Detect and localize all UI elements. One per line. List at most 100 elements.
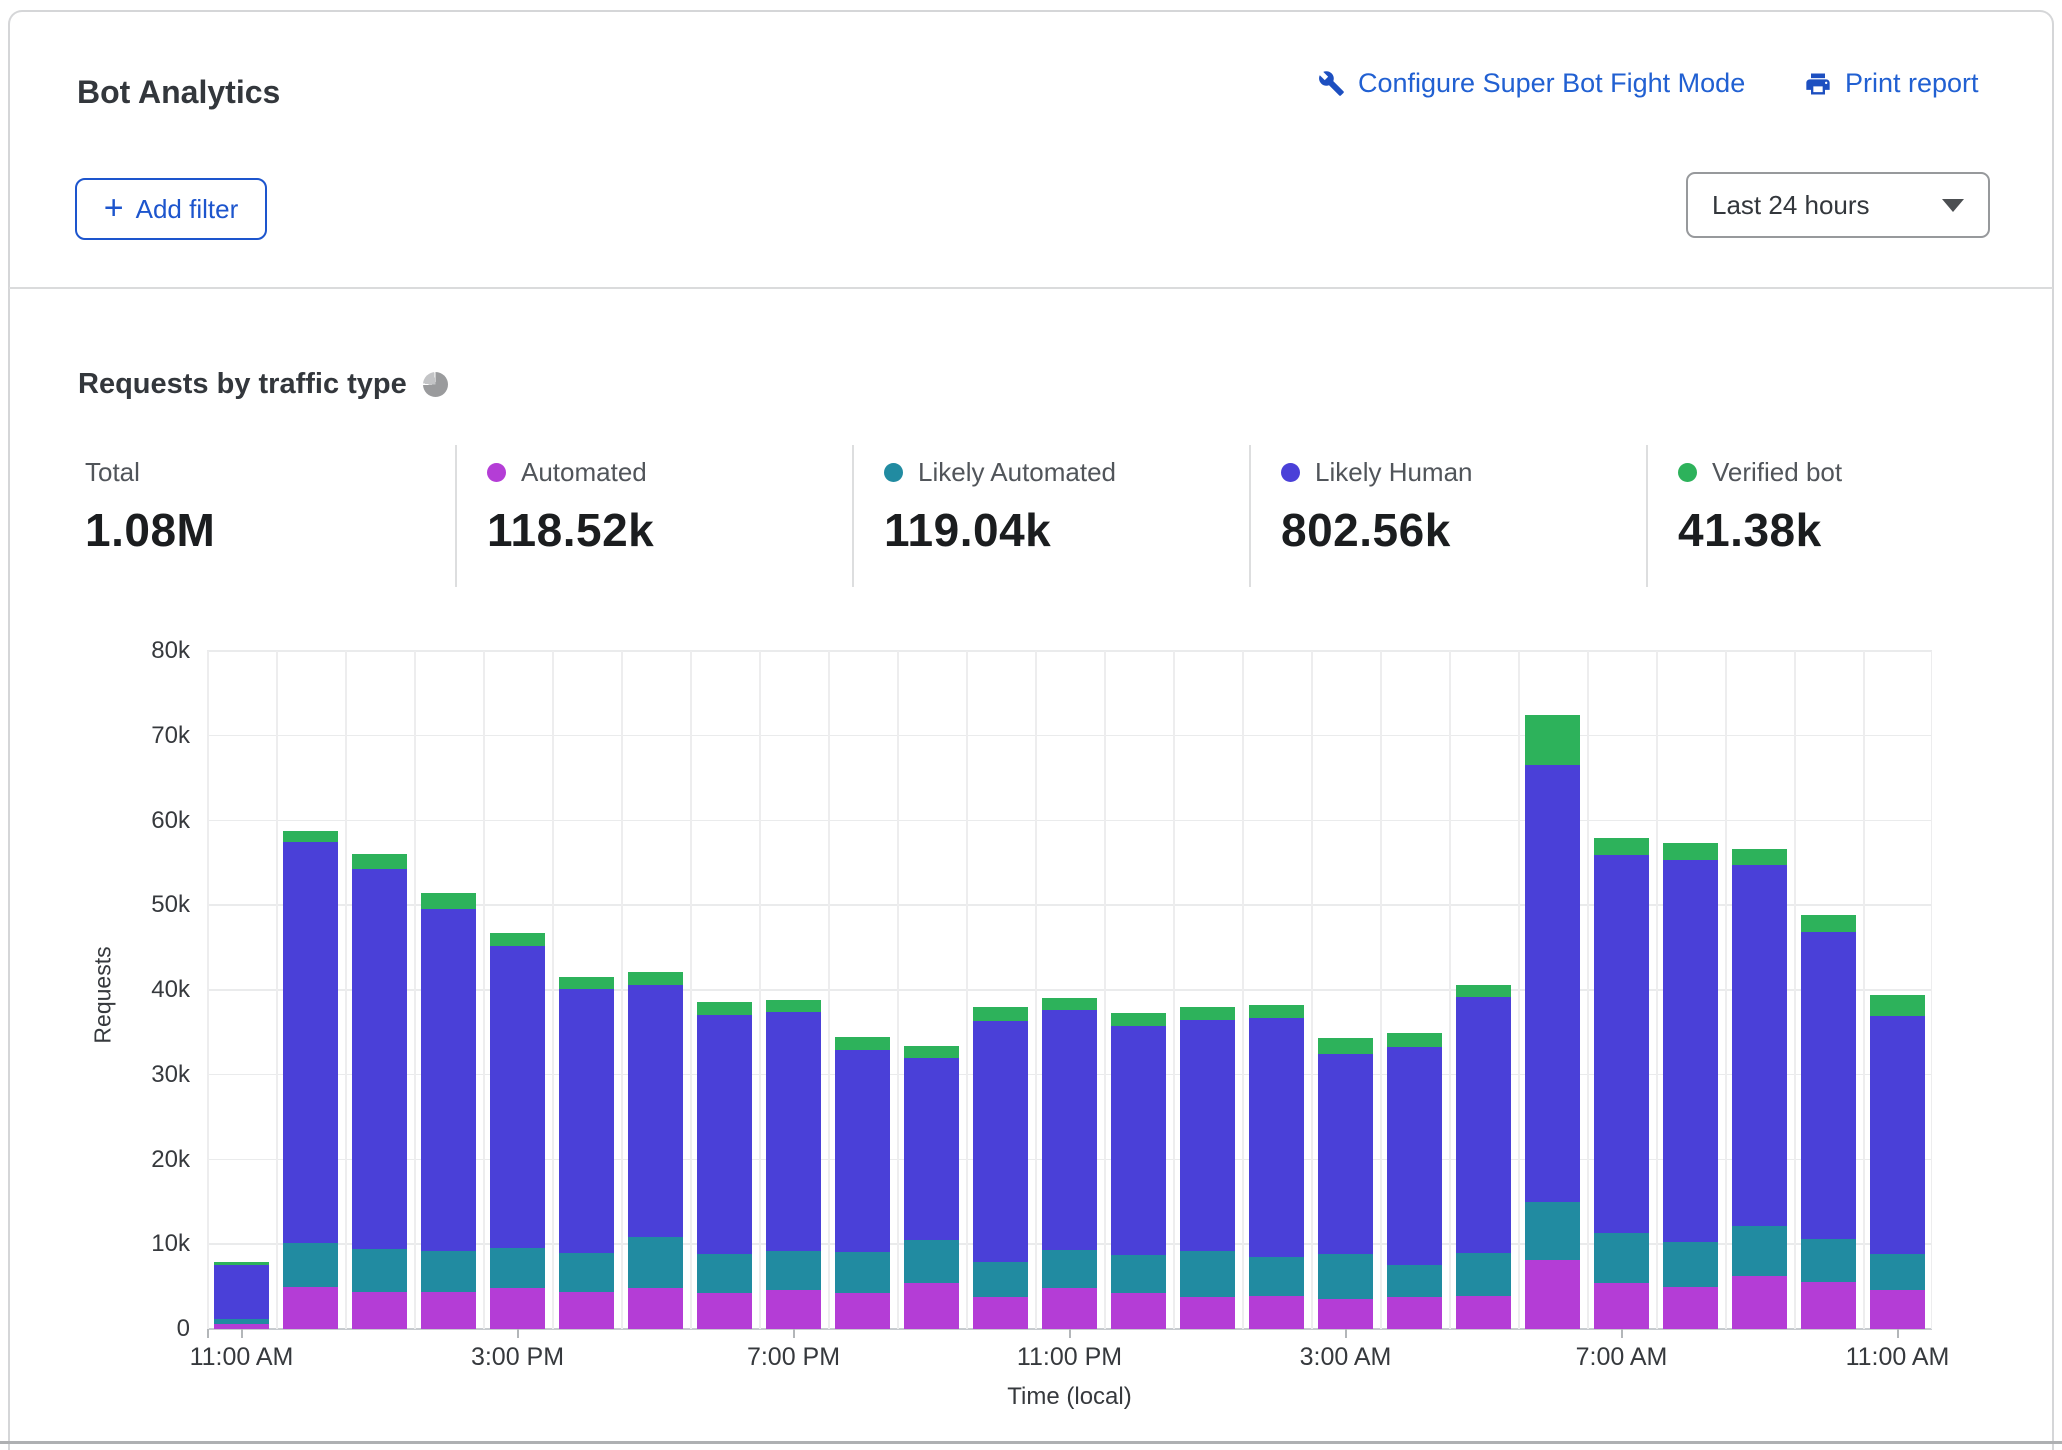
bar-segment-likely-automated bbox=[1732, 1226, 1787, 1276]
x-tick-label: 3:00 AM bbox=[1256, 1343, 1436, 1372]
bar-500am[interactable] bbox=[1456, 985, 1511, 1329]
print-link-label: Print report bbox=[1845, 68, 1979, 99]
bar-900am[interactable] bbox=[1732, 849, 1787, 1329]
stat-divider bbox=[1249, 445, 1251, 587]
stat-likely-human[interactable]: Likely Human 802.56k bbox=[1281, 443, 1473, 557]
bar-300am[interactable] bbox=[1318, 1038, 1373, 1329]
bar-segment-likely-automated bbox=[766, 1251, 821, 1290]
stat-value: 1.08M bbox=[85, 503, 215, 557]
stat-likely-automated[interactable]: Likely Automated 119.04k bbox=[884, 443, 1116, 557]
add-filter-button[interactable]: + Add filter bbox=[75, 178, 267, 240]
bar-600am[interactable] bbox=[1525, 715, 1580, 1329]
plot-area: 11:00 AM3:00 PM7:00 PM11:00 PM3:00 AM7:0… bbox=[207, 651, 1932, 1329]
bar-400pm[interactable] bbox=[559, 977, 614, 1329]
bar-1200pm[interactable] bbox=[283, 831, 338, 1329]
bar-200pm[interactable] bbox=[421, 893, 476, 1329]
bottom-section-divider bbox=[0, 1441, 2062, 1444]
bar-segment-likely-human bbox=[1318, 1054, 1373, 1254]
gridline-v bbox=[483, 651, 485, 1329]
bar-800pm[interactable] bbox=[835, 1037, 890, 1329]
gridline-h bbox=[207, 650, 1932, 652]
bar-segment-verified-bot bbox=[1318, 1038, 1373, 1053]
section-title-row: Requests by traffic type bbox=[78, 368, 448, 401]
bar-1100am[interactable] bbox=[214, 1262, 269, 1329]
gridline-v bbox=[690, 651, 692, 1329]
chevron-down-icon bbox=[1942, 199, 1964, 212]
bar-segment-verified-bot bbox=[1732, 849, 1787, 865]
bar-segment-likely-automated bbox=[1249, 1257, 1304, 1296]
bar-1100am[interactable] bbox=[1870, 995, 1925, 1329]
time-range-select[interactable]: Last 24 hours bbox=[1686, 172, 1990, 238]
x-tick bbox=[1897, 1329, 1899, 1338]
stat-automated[interactable]: Automated 118.52k bbox=[487, 443, 654, 557]
bar-100am[interactable] bbox=[1180, 1007, 1235, 1329]
bar-segment-likely-human bbox=[835, 1050, 890, 1252]
bar-segment-verified-bot bbox=[1456, 985, 1511, 997]
bar-1000pm[interactable] bbox=[973, 1007, 1028, 1329]
bar-segment-verified-bot bbox=[904, 1046, 959, 1058]
bar-600pm[interactable] bbox=[697, 1002, 752, 1329]
wrench-icon bbox=[1318, 70, 1345, 97]
gridline-v bbox=[759, 651, 761, 1329]
bar-segment-verified-bot bbox=[766, 1000, 821, 1012]
bar-900pm[interactable] bbox=[904, 1046, 959, 1329]
bar-segment-verified-bot bbox=[421, 893, 476, 908]
bar-segment-automated bbox=[697, 1293, 752, 1329]
stats-row: Total 1.08M Automated 118.52k Likely Aut… bbox=[0, 443, 2062, 589]
bar-100pm[interactable] bbox=[352, 854, 407, 1329]
bar-700am[interactable] bbox=[1594, 838, 1649, 1329]
x-tick-label: 7:00 PM bbox=[704, 1343, 884, 1372]
bar-700pm[interactable] bbox=[766, 1000, 821, 1329]
bar-segment-automated bbox=[1249, 1296, 1304, 1329]
bar-segment-verified-bot bbox=[1525, 715, 1580, 765]
bar-segment-likely-automated bbox=[1042, 1250, 1097, 1288]
gridline-v bbox=[1311, 651, 1313, 1329]
gridline-v bbox=[414, 651, 416, 1329]
bar-segment-likely-human bbox=[1801, 932, 1856, 1238]
bar-segment-verified-bot bbox=[1180, 1007, 1235, 1020]
stat-divider bbox=[1646, 445, 1648, 587]
bar-1200am[interactable] bbox=[1111, 1013, 1166, 1329]
legend-dot-likely-human bbox=[1281, 463, 1300, 482]
bar-segment-verified-bot bbox=[1870, 995, 1925, 1016]
gridline-v bbox=[1794, 651, 1796, 1329]
bar-segment-automated bbox=[1594, 1283, 1649, 1329]
bar-segment-automated bbox=[1663, 1287, 1718, 1329]
bar-400am[interactable] bbox=[1387, 1033, 1442, 1329]
x-tick bbox=[1621, 1329, 1623, 1338]
gridline-v bbox=[1587, 651, 1589, 1329]
stat-total: Total 1.08M bbox=[85, 443, 215, 557]
bar-segment-automated bbox=[1387, 1297, 1442, 1329]
pie-chart-icon bbox=[423, 372, 448, 397]
bar-segment-likely-human bbox=[421, 909, 476, 1251]
section-title: Requests by traffic type bbox=[78, 368, 407, 401]
y-tick-label: 30k bbox=[90, 1061, 190, 1089]
bar-segment-likely-human bbox=[283, 842, 338, 1244]
bar-segment-automated bbox=[835, 1293, 890, 1329]
bar-segment-verified-bot bbox=[283, 831, 338, 842]
bar-200am[interactable] bbox=[1249, 1005, 1304, 1329]
bar-segment-likely-human bbox=[904, 1058, 959, 1241]
bar-1100pm[interactable] bbox=[1042, 998, 1097, 1329]
bar-segment-likely-automated bbox=[1318, 1254, 1373, 1299]
bar-segment-likely-human bbox=[352, 869, 407, 1250]
bar-segment-likely-automated bbox=[490, 1248, 545, 1289]
gridline-v bbox=[1931, 651, 1933, 1329]
stat-verified-bot[interactable]: Verified bot 41.38k bbox=[1678, 443, 1842, 557]
configure-super-bot-fight-mode-link[interactable]: Configure Super Bot Fight Mode bbox=[1318, 68, 1745, 99]
bar-segment-automated bbox=[1732, 1276, 1787, 1329]
bar-segment-verified-bot bbox=[973, 1007, 1028, 1021]
bar-500pm[interactable] bbox=[628, 972, 683, 1329]
bar-1000am[interactable] bbox=[1801, 915, 1856, 1329]
stat-label: Total bbox=[85, 457, 140, 488]
bar-300pm[interactable] bbox=[490, 933, 545, 1329]
bar-segment-likely-human bbox=[214, 1265, 269, 1319]
bar-segment-likely-automated bbox=[1456, 1253, 1511, 1296]
time-range-value: Last 24 hours bbox=[1712, 190, 1870, 221]
bar-800am[interactable] bbox=[1663, 843, 1718, 1329]
bar-segment-likely-automated bbox=[973, 1262, 1028, 1297]
bar-segment-verified-bot bbox=[1249, 1005, 1304, 1018]
y-tick-label: 20k bbox=[90, 1146, 190, 1174]
y-axis-labels: 010k20k30k40k50k60k70k80k bbox=[90, 651, 190, 1329]
print-report-link[interactable]: Print report bbox=[1804, 68, 1979, 99]
